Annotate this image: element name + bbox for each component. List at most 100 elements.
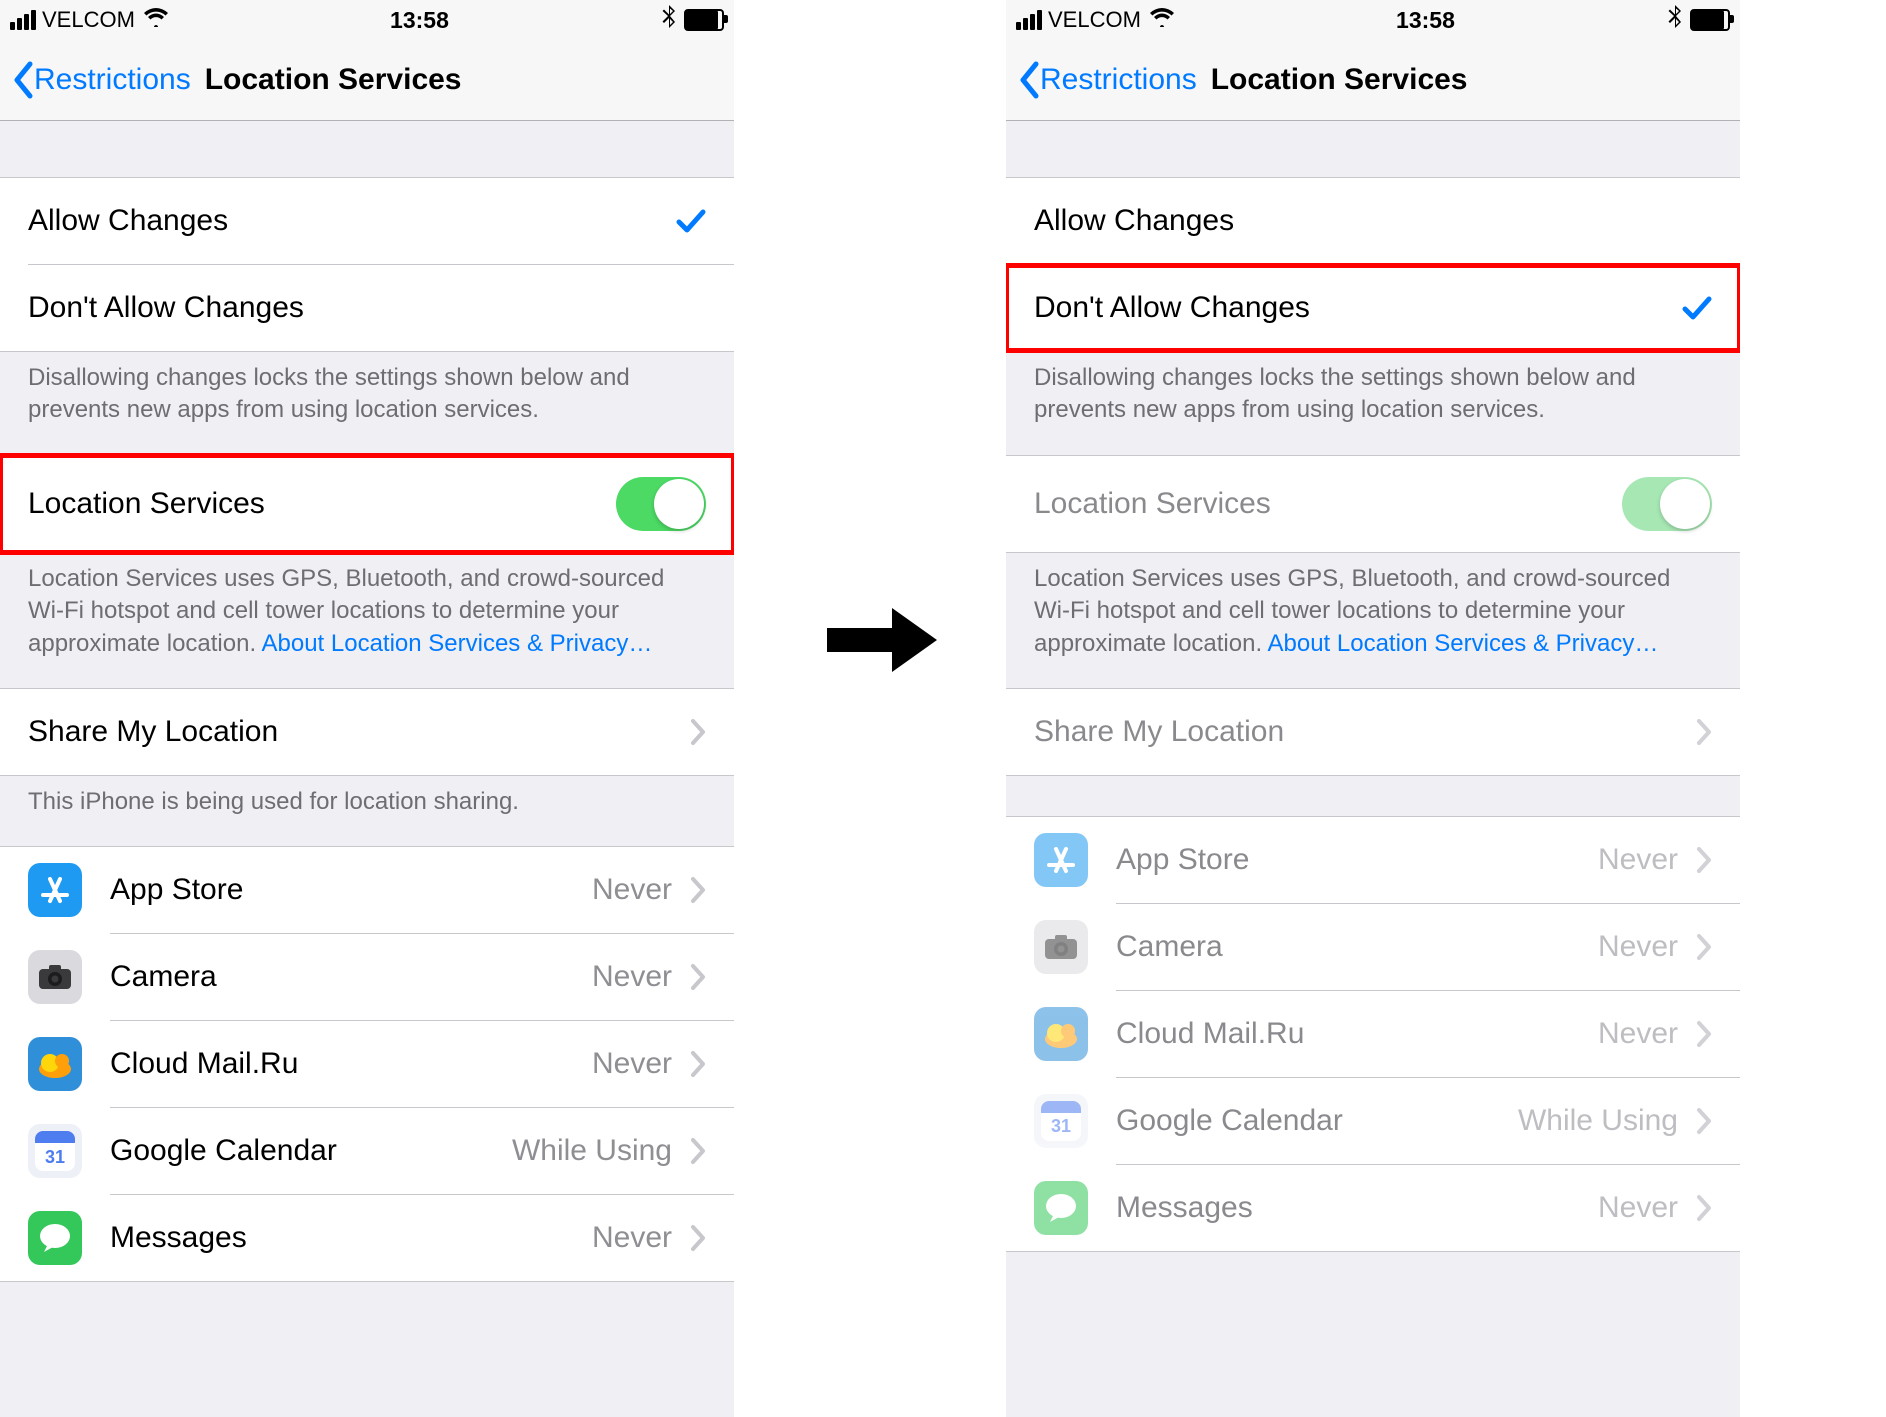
back-label: Restrictions — [34, 63, 191, 97]
allow-changes-label: Allow Changes — [28, 204, 676, 238]
allow-changes-footer: Disallowing changes locks the settings s… — [0, 352, 734, 455]
signal-icon — [10, 10, 36, 30]
app-name: App Store — [110, 873, 592, 907]
share-my-location-row: Share My Location — [1006, 689, 1740, 775]
app-status: Never — [592, 1047, 672, 1081]
cloudmailru-icon — [28, 1037, 82, 1091]
app-name: Cloud Mail.Ru — [1116, 1017, 1598, 1051]
carrier-label: VELCOM — [42, 7, 135, 33]
messages-icon — [28, 1211, 82, 1265]
app-name: Camera — [1116, 930, 1598, 964]
app-status: Never — [592, 1221, 672, 1255]
app-row-googlecalendar[interactable]: 31 Google Calendar While Using — [0, 1108, 734, 1194]
app-row-cloudmailru[interactable]: Cloud Mail.Ru Never — [0, 1021, 734, 1107]
googlecal-icon: 31 — [28, 1124, 82, 1178]
battery-icon — [684, 9, 724, 31]
checkmark-icon — [676, 208, 706, 234]
location-services-toggle — [1622, 477, 1712, 531]
messages-icon — [1034, 1181, 1088, 1235]
app-row-appstore: App Store Never — [1006, 817, 1740, 903]
chevron-right-icon — [1696, 1194, 1712, 1222]
app-name: Messages — [110, 1221, 592, 1255]
about-privacy-link[interactable]: About Location Services & Privacy… — [261, 630, 652, 657]
allow-changes-group: Allow Changes Don't Allow Changes — [0, 177, 734, 352]
chevron-right-icon — [1696, 846, 1712, 874]
camera-icon — [1034, 920, 1088, 974]
screenshot-after: VELCOM 13:58 Restrictions Location Servi… — [1006, 0, 1740, 1417]
back-button[interactable]: Restrictions — [1018, 61, 1197, 99]
carrier-label: VELCOM — [1048, 7, 1141, 33]
app-status: Never — [1598, 1191, 1678, 1225]
page-title: Location Services — [1211, 63, 1468, 97]
location-services-label: Location Services — [1034, 487, 1622, 521]
back-button[interactable]: Restrictions — [12, 61, 191, 99]
nav-header: Restrictions Location Services — [0, 40, 734, 121]
bluetooth-icon — [1668, 5, 1682, 35]
app-row-googlecalendar: 31 Google Calendar While Using — [1006, 1078, 1740, 1164]
bluetooth-icon — [662, 5, 676, 35]
app-row-cloudmailru: Cloud Mail.Ru Never — [1006, 991, 1740, 1077]
share-my-location-footer: This iPhone is being used for location s… — [0, 776, 734, 846]
app-name: Messages — [1116, 1191, 1598, 1225]
status-bar: VELCOM 13:58 — [0, 0, 734, 40]
dont-allow-changes-row[interactable]: Don't Allow Changes — [0, 265, 734, 351]
signal-icon — [1016, 10, 1042, 30]
dont-allow-changes-label: Don't Allow Changes — [1034, 291, 1682, 325]
battery-icon — [1690, 9, 1730, 31]
share-my-location-group: Share My Location — [1006, 688, 1740, 776]
cloudmailru-icon — [1034, 1007, 1088, 1061]
app-status: Never — [592, 960, 672, 994]
app-name: Google Calendar — [110, 1134, 512, 1168]
chevron-right-icon — [690, 1050, 706, 1078]
camera-icon — [28, 950, 82, 1004]
chevron-right-icon — [1696, 933, 1712, 961]
chevron-right-icon — [1696, 718, 1712, 746]
dont-allow-changes-row[interactable]: Don't Allow Changes — [1006, 265, 1740, 351]
dont-allow-changes-label: Don't Allow Changes — [28, 291, 706, 325]
location-services-label: Location Services — [28, 487, 616, 521]
apps-group: App Store Never Camera Never Cloud M — [0, 846, 734, 1282]
checkmark-icon — [1682, 295, 1712, 321]
share-my-location-row[interactable]: Share My Location — [0, 689, 734, 775]
allow-changes-group: Allow Changes Don't Allow Changes — [1006, 177, 1740, 352]
app-status: Never — [592, 873, 672, 907]
location-services-footer: Location Services uses GPS, Bluetooth, a… — [1006, 553, 1740, 688]
chevron-left-icon — [1018, 61, 1040, 99]
clock-label: 13:58 — [1183, 7, 1668, 34]
appstore-icon — [28, 863, 82, 917]
location-services-footer: Location Services uses GPS, Bluetooth, a… — [0, 553, 734, 688]
app-status: Never — [1598, 1017, 1678, 1051]
status-bar: VELCOM 13:58 — [1006, 0, 1740, 40]
chevron-left-icon — [12, 61, 34, 99]
app-row-camera: Camera Never — [1006, 904, 1740, 990]
wifi-icon — [143, 7, 169, 33]
app-row-camera[interactable]: Camera Never — [0, 934, 734, 1020]
apps-group: App Store Never Camera Never Cloud Mail.… — [1006, 816, 1740, 1252]
app-status: While Using — [1518, 1104, 1678, 1138]
nav-header: Restrictions Location Services — [1006, 40, 1740, 121]
app-row-messages[interactable]: Messages Never — [0, 1195, 734, 1281]
chevron-right-icon — [690, 1137, 706, 1165]
app-row-appstore[interactable]: App Store Never — [0, 847, 734, 933]
location-services-toggle-row: Location Services — [1006, 455, 1740, 553]
allow-changes-label: Allow Changes — [1034, 204, 1712, 238]
app-row-messages: Messages Never — [1006, 1165, 1740, 1251]
chevron-right-icon — [1696, 1020, 1712, 1048]
location-services-toggle-row[interactable]: Location Services — [0, 455, 734, 553]
app-status: While Using — [512, 1134, 672, 1168]
about-privacy-link[interactable]: About Location Services & Privacy… — [1267, 630, 1658, 657]
allow-changes-footer: Disallowing changes locks the settings s… — [1006, 352, 1740, 455]
app-name: Cloud Mail.Ru — [110, 1047, 592, 1081]
app-name: Camera — [110, 960, 592, 994]
allow-changes-row[interactable]: Allow Changes — [0, 178, 734, 264]
clock-label: 13:58 — [177, 7, 662, 34]
back-label: Restrictions — [1040, 63, 1197, 97]
arrow-icon — [822, 600, 942, 680]
appstore-icon — [1034, 833, 1088, 887]
app-status: Never — [1598, 843, 1678, 877]
location-services-toggle[interactable] — [616, 477, 706, 531]
share-my-location-label: Share My Location — [1034, 715, 1696, 749]
chevron-right-icon — [690, 963, 706, 991]
allow-changes-row[interactable]: Allow Changes — [1006, 178, 1740, 264]
chevron-right-icon — [690, 876, 706, 904]
